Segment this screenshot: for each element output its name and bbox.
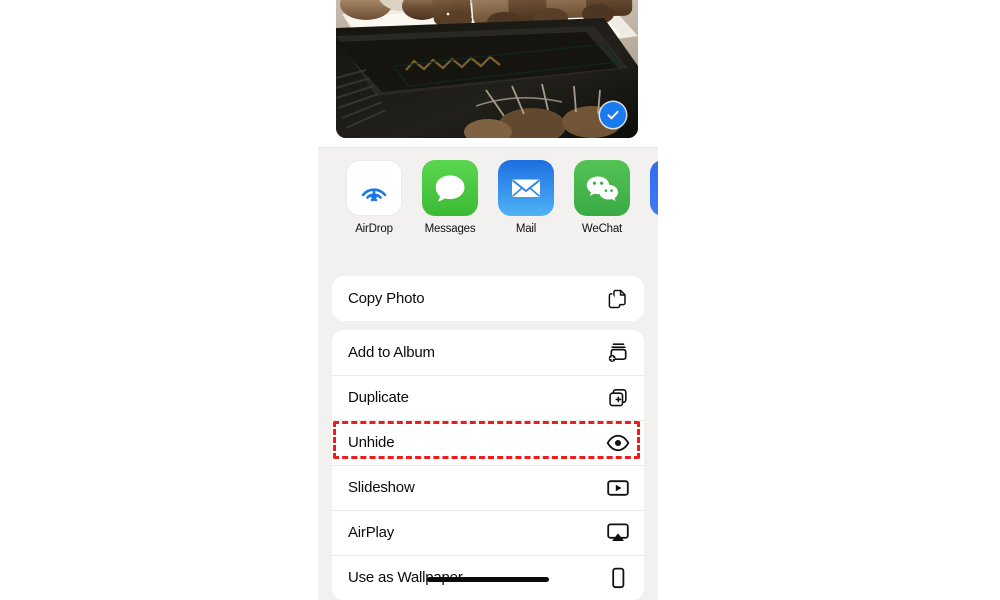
copy-photo-icon <box>606 287 630 311</box>
action-row-copy-photo[interactable]: Copy Photo <box>332 276 644 321</box>
action-row-add-to-album[interactable]: Add to Album <box>332 330 644 375</box>
action-label: AirPlay <box>348 524 395 541</box>
add-to-album-icon <box>606 341 630 365</box>
airdrop-icon <box>346 160 402 216</box>
partial-app-icon <box>650 160 658 216</box>
screenshot-stage: AirDrop Messages Mail WeChat Copy Photo … <box>0 0 1000 600</box>
copy-photo-glyph <box>608 289 626 308</box>
share-app-label: Messages <box>424 223 476 235</box>
wallpaper-phone-icon <box>606 566 630 590</box>
airplay-glyph <box>607 523 629 541</box>
action-row-airplay[interactable]: AirPlay <box>332 510 644 555</box>
share-app-label: Mail <box>515 223 537 235</box>
action-label: Unhide <box>348 434 395 451</box>
share-app-messages[interactable]: Messages <box>412 160 488 235</box>
action-label: Add to Album <box>348 344 435 361</box>
wechat-glyph <box>586 176 618 201</box>
checkmark-circle-icon <box>600 102 626 128</box>
share-app-airdrop[interactable]: AirDrop <box>336 160 412 235</box>
selected-photo[interactable] <box>336 0 638 138</box>
slideshow-play-icon <box>606 476 630 500</box>
wechat-icon <box>574 160 630 216</box>
action-row-unhide[interactable]: Unhide <box>332 420 644 465</box>
action-row-duplicate[interactable]: Duplicate <box>332 375 644 420</box>
copy-group: Copy Photo <box>332 276 644 321</box>
share-apps-row[interactable]: AirDrop Messages Mail WeChat <box>318 160 658 260</box>
mail-icon <box>498 160 554 216</box>
phone-screen: AirDrop Messages Mail WeChat Copy Photo … <box>318 0 658 600</box>
share-app-mail[interactable]: Mail <box>488 160 564 235</box>
duplicate-glyph <box>609 388 627 406</box>
action-label: Copy Photo <box>348 290 425 307</box>
messages-icon <box>422 160 478 216</box>
action-label: Duplicate <box>348 389 409 406</box>
share-app-label: WeChat <box>581 223 623 235</box>
actions-group: Add to Album Duplicate Unhide Slideshow … <box>332 330 644 600</box>
action-row-slideshow[interactable]: Slideshow <box>332 465 644 510</box>
share-app-partial[interactable] <box>640 160 658 223</box>
slideshow-glyph <box>607 479 629 496</box>
home-indicator <box>427 577 549 582</box>
checkmark-glyph <box>607 110 619 120</box>
photo-image <box>336 0 638 138</box>
share-app-wechat[interactable]: WeChat <box>564 160 640 235</box>
airdrop-glyph <box>361 188 387 202</box>
airplay-icon <box>606 521 630 545</box>
wallpaper-phone-glyph <box>612 567 625 588</box>
action-label: Slideshow <box>348 479 415 496</box>
eye-icon <box>606 431 630 455</box>
add-to-album-glyph <box>608 343 627 362</box>
mail-glyph <box>512 179 540 197</box>
eye-glyph <box>606 434 630 451</box>
duplicate-icon <box>606 386 630 410</box>
messages-glyph <box>435 175 465 202</box>
photo-preview-area <box>318 0 658 148</box>
share-app-label: AirDrop <box>355 223 393 235</box>
